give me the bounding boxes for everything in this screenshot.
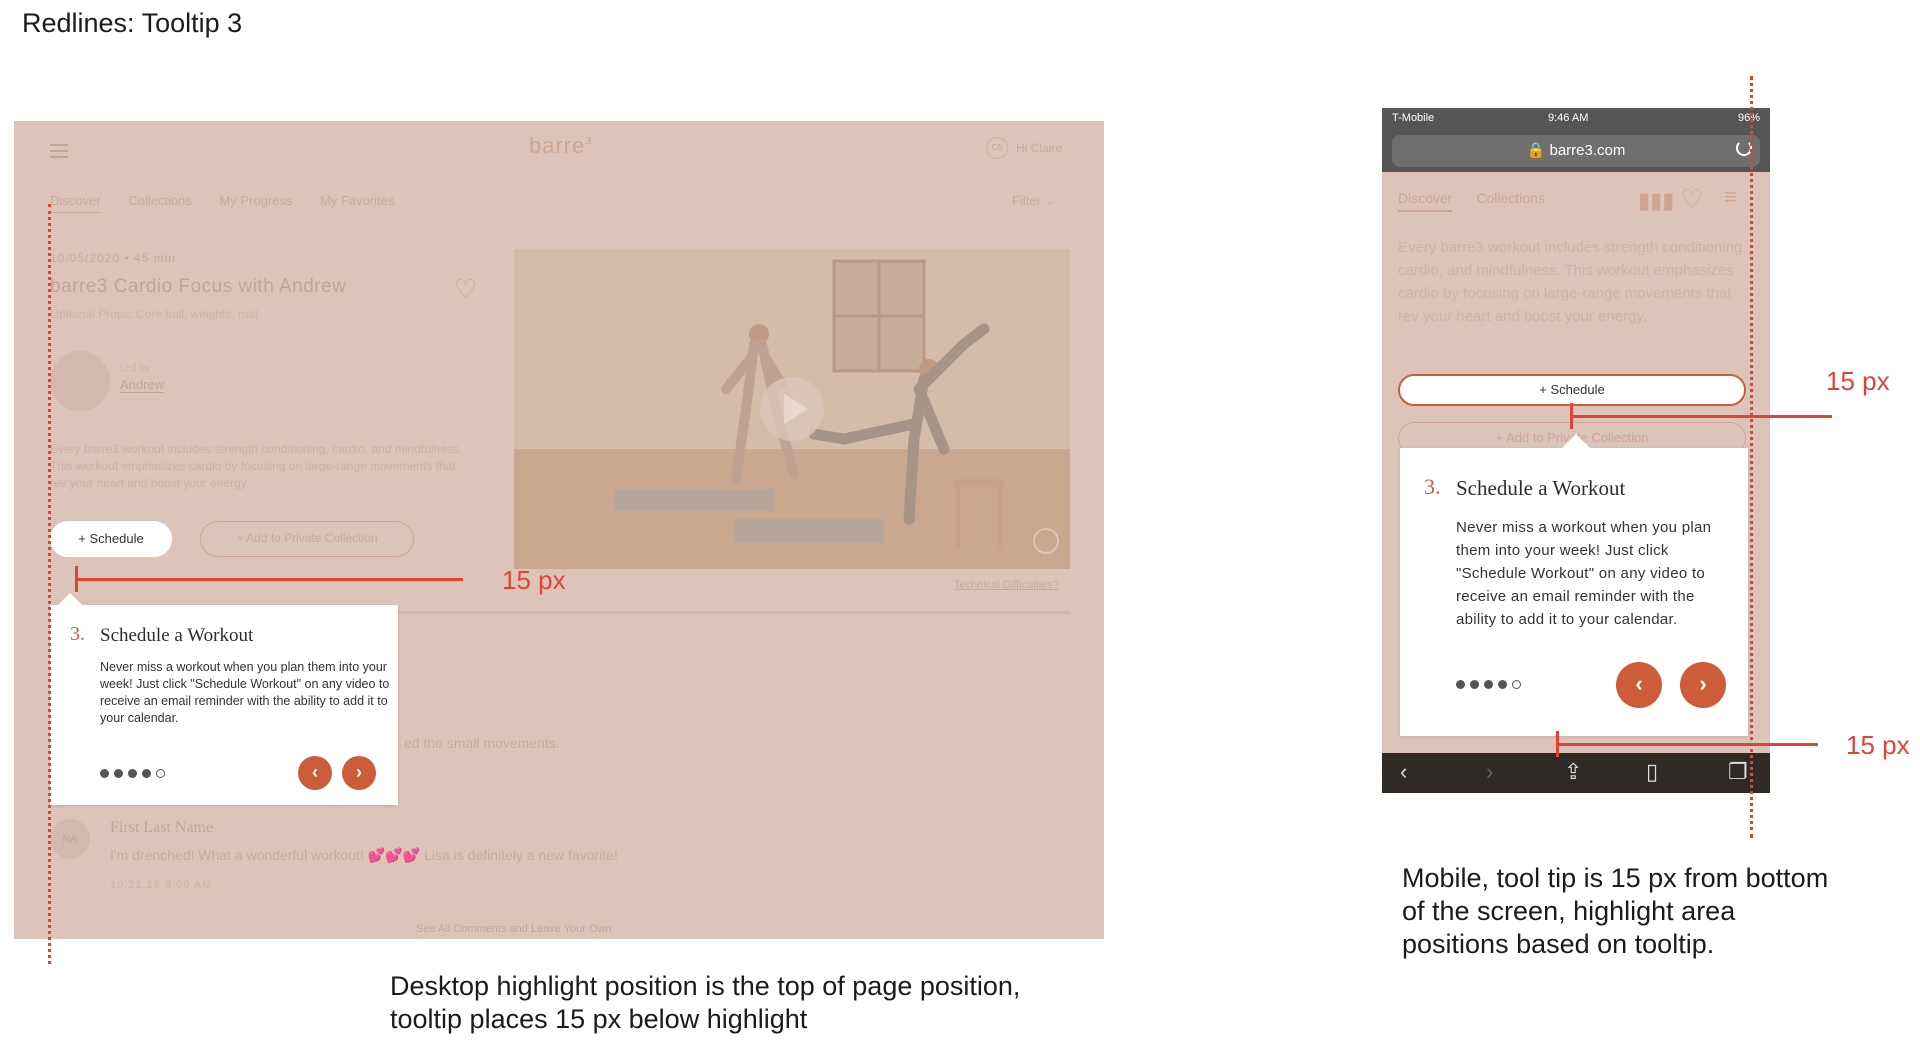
share-icon[interactable]: ⇪: [1564, 759, 1582, 785]
tooltip-title: Schedule a Workout: [1456, 476, 1626, 500]
progress-dot: [128, 769, 137, 778]
hamburger-menu-icon[interactable]: [50, 144, 68, 162]
mobile-redline-top-tick: [1570, 403, 1573, 429]
tooltip-step-number: 3.: [70, 623, 85, 645]
tooltip-arrow: [58, 593, 82, 605]
tooltip-mobile: 3. Schedule a Workout Never miss a worko…: [1400, 434, 1748, 736]
tooltip-prev-button[interactable]: ‹: [1616, 662, 1662, 708]
led-by-label: Led by: [120, 363, 151, 374]
progress-dot: [1470, 680, 1479, 689]
tooltip-body: Never miss a workout when you plan them …: [100, 660, 390, 725]
barre3-logo: barre3: [529, 133, 593, 158]
progress-chart-icon[interactable]: ▮▮▮: [1638, 188, 1674, 214]
comment-time: 10.21.18 9:00 AM: [110, 879, 213, 891]
workout-description: Every barre3 workout includes strength c…: [1398, 239, 1747, 325]
workout-description: Every barre3 workout includes strength c…: [50, 442, 463, 490]
lock-icon: 🔒: [1526, 142, 1546, 159]
add-to-private-collection-button[interactable]: + Add to Private Collection: [200, 521, 414, 557]
tooltip-next-button[interactable]: ›: [342, 756, 376, 790]
status-bar: T-Mobile 9:46 AM 96%: [1382, 108, 1770, 130]
commenter-avatar: NA: [50, 819, 90, 859]
video-thumbnail: [514, 249, 1070, 569]
desktop-nav: Discover Collections My Progress My Favo…: [50, 193, 418, 213]
chevron-down-icon: ⌄: [1044, 193, 1056, 208]
desktop-redline-horizontal: [75, 578, 463, 581]
battery-label: 96%: [1737, 112, 1760, 124]
carrier-label: T-Mobile: [1392, 112, 1435, 124]
technical-difficulties-link[interactable]: Technical Difficulties?: [954, 579, 1059, 591]
tooltip-prev-button[interactable]: ‹: [298, 756, 332, 790]
tab-discover[interactable]: Discover: [50, 193, 101, 213]
desktop-mockup: barre3 CS Hi Claire Discover Collections…: [14, 121, 1104, 939]
mobile-nav: Discover Collections: [1398, 190, 1565, 212]
url-bar[interactable]: 🔒 barre3.com: [1392, 135, 1760, 167]
comment-snippet: ed the small movements.: [404, 735, 560, 751]
clock: 9:46 AM: [1548, 112, 1589, 124]
forward-icon[interactable]: ›: [1486, 759, 1493, 785]
workout-props: Optional Props: Core ball, weights, mat: [50, 307, 259, 321]
tabs-icon[interactable]: ❐: [1728, 759, 1748, 785]
mobile-redline-bottom-tick: [1556, 731, 1559, 757]
progress-dot: [114, 769, 123, 778]
tab-discover[interactable]: Discover: [1398, 190, 1453, 212]
progress-dot: [1498, 680, 1507, 689]
back-icon[interactable]: ‹: [1400, 759, 1407, 785]
see-all-comments-link[interactable]: See All Comments and Leave Your Own: [416, 923, 612, 935]
progress-dot: [1484, 680, 1493, 689]
tab-my-progress[interactable]: My Progress: [219, 193, 292, 208]
progress-dot: [142, 769, 151, 778]
greeting-text: Hi Claire: [1016, 141, 1063, 155]
user-avatar[interactable]: CS: [986, 137, 1008, 159]
schedule-button[interactable]: + Schedule: [1398, 374, 1746, 406]
mobile-caption: Mobile, tool tip is 15 px from bottom of…: [1402, 863, 1829, 959]
bookmarks-icon[interactable]: ▯: [1646, 759, 1658, 785]
browser-toolbar: ‹ › ⇪ ▯ ❐: [1382, 753, 1770, 793]
mobile-redline-top: [1570, 415, 1832, 418]
desktop-left-guide-line: [48, 204, 51, 964]
tab-my-favorites[interactable]: My Favorites: [320, 193, 394, 208]
tab-collections[interactable]: Collections: [128, 193, 192, 208]
video-player[interactable]: [514, 249, 1070, 569]
desktop-redline-tick: [75, 566, 78, 592]
tooltip-desktop: 3. Schedule a Workout Never miss a worko…: [50, 593, 398, 805]
page-title: Redlines: Tooltip 3: [22, 8, 243, 38]
tooltip-body: Never miss a workout when you plan them …: [1456, 519, 1712, 628]
tooltip-progress-dots: [100, 765, 170, 783]
progress-dot: [156, 769, 165, 778]
desktop-caption: Desktop highlight position is the top of…: [390, 971, 1021, 1034]
tooltip-arrow: [1562, 434, 1590, 448]
instructor-link[interactable]: Andrew: [120, 377, 165, 393]
comment-text: I'm drenched! What a wonderful workout! …: [110, 847, 618, 863]
tab-collections[interactable]: Collections: [1476, 190, 1544, 206]
tooltip-next-button[interactable]: ›: [1680, 662, 1726, 708]
instructor-avatar: [50, 351, 110, 411]
mobile-15px-label-top: 15 px: [1826, 366, 1890, 396]
mobile-15px-label-bottom: 15 px: [1846, 730, 1910, 760]
progress-dot: [100, 769, 109, 778]
tooltip-progress-dots: [1456, 676, 1526, 694]
favorites-heart-icon[interactable]: ♡: [1680, 184, 1703, 215]
mobile-mockup: T-Mobile 9:46 AM 96% 🔒 barre3.com Discov…: [1382, 108, 1770, 793]
browser-chrome: 🔒 barre3.com: [1382, 130, 1770, 172]
filter-dropdown[interactable]: Filter ⌄: [1012, 193, 1055, 209]
tooltip-title: Schedule a Workout: [100, 625, 254, 646]
commenter-name: First Last Name: [110, 819, 214, 836]
schedule-button[interactable]: + Schedule: [50, 521, 172, 557]
desktop-15px-label: 15 px: [502, 565, 566, 595]
workout-title: barre3 Cardio Focus with Andrew: [50, 276, 347, 297]
tooltip-step-number: 3.: [1424, 474, 1441, 499]
workout-meta: 10/05/2020 • 45 min: [50, 251, 176, 265]
progress-dot: [1512, 680, 1521, 689]
filter-sliders-icon[interactable]: ≡: [1724, 184, 1737, 210]
mobile-redline-bottom: [1556, 743, 1818, 746]
progress-dot: [1456, 680, 1465, 689]
mobile-right-guide-line: [1750, 76, 1753, 838]
favorite-heart-icon[interactable]: ♡: [454, 274, 477, 305]
